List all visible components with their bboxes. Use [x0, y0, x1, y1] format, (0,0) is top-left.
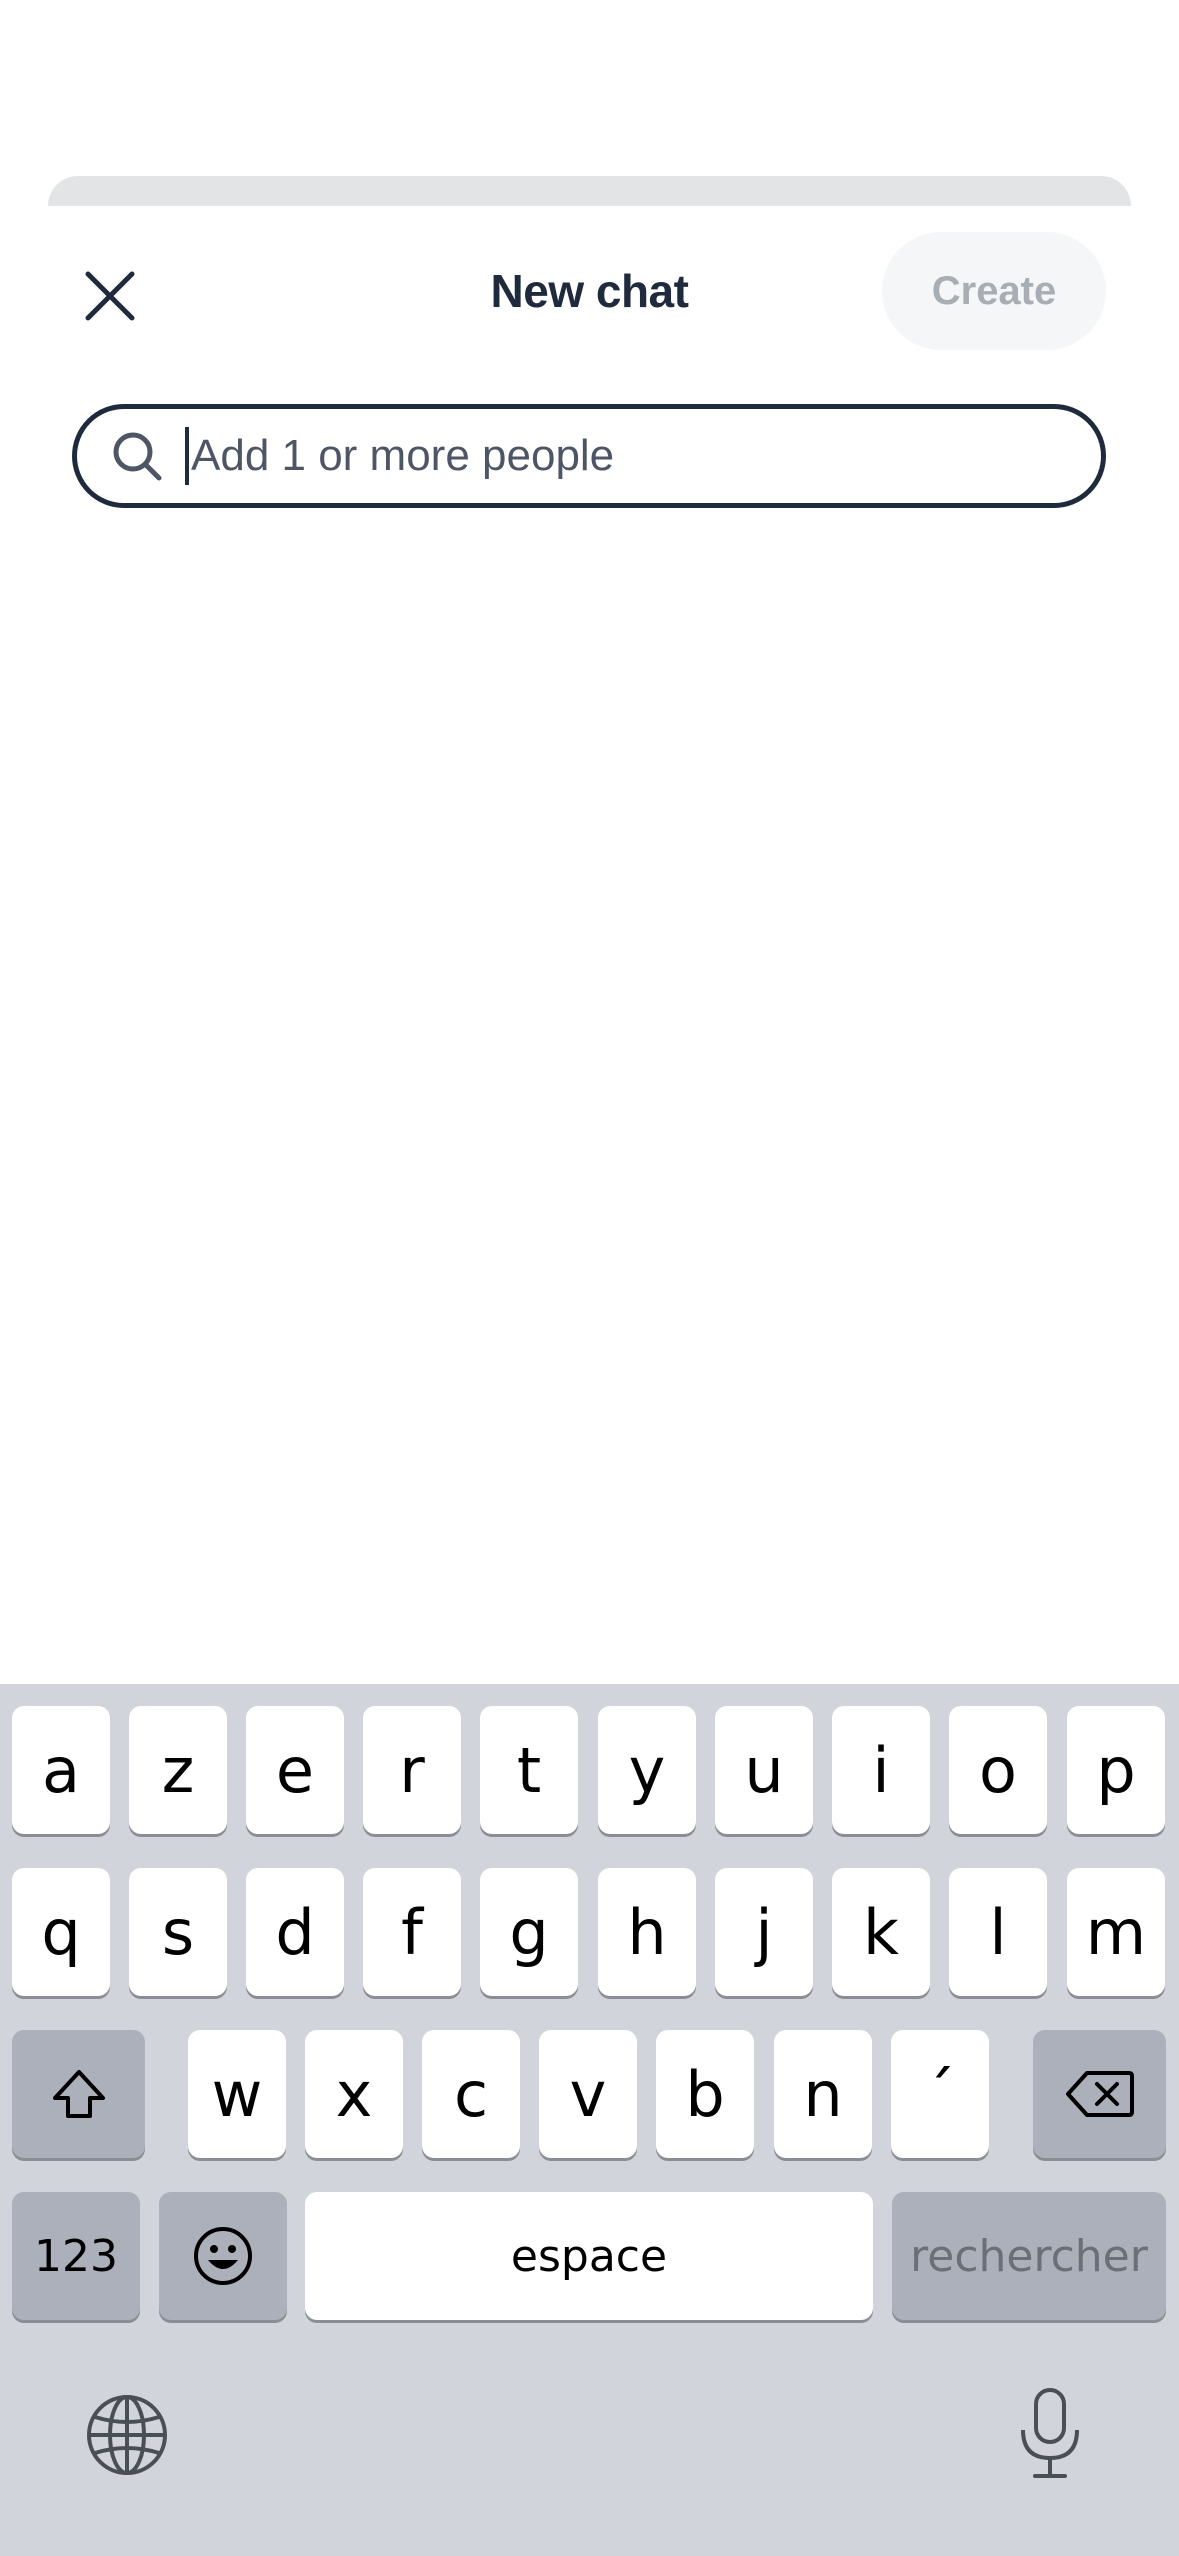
key-p[interactable]: p — [1067, 1706, 1165, 1834]
backspace-key[interactable] — [1033, 2030, 1166, 2158]
key-l[interactable]: l — [949, 1868, 1047, 1996]
key-d[interactable]: d — [246, 1868, 344, 1996]
emoji-icon — [194, 2227, 252, 2285]
key-acute-accent[interactable]: ´ — [891, 2030, 989, 2158]
emoji-key[interactable] — [159, 2192, 287, 2320]
search-field[interactable] — [72, 404, 1106, 508]
key-i[interactable]: i — [832, 1706, 930, 1834]
space-key[interactable]: espace — [305, 2192, 873, 2320]
key-g[interactable]: g — [480, 1868, 578, 1996]
sheet-header: New chat Create — [0, 206, 1179, 376]
shift-key[interactable] — [12, 2030, 145, 2158]
text-cursor — [185, 427, 189, 485]
key-z[interactable]: z — [129, 1706, 227, 1834]
key-b[interactable]: b — [656, 2030, 754, 2158]
shift-icon — [52, 2070, 105, 2118]
dictation-button[interactable] — [1008, 2384, 1092, 2484]
key-j[interactable]: j — [715, 1868, 813, 1996]
keyboard: a z e r t y u i o p q s d f g h j k l m … — [0, 1684, 1179, 2556]
search-icon — [107, 426, 167, 486]
key-c[interactable]: c — [422, 2030, 520, 2158]
key-o[interactable]: o — [949, 1706, 1047, 1834]
key-e[interactable]: e — [246, 1706, 344, 1834]
key-a[interactable]: a — [12, 1706, 110, 1834]
numbers-key[interactable]: 123 — [12, 2192, 140, 2320]
key-k[interactable]: k — [832, 1868, 930, 1996]
key-s[interactable]: s — [129, 1868, 227, 1996]
new-chat-sheet: New chat Create — [0, 206, 1179, 1686]
key-x[interactable]: x — [305, 2030, 403, 2158]
key-h[interactable]: h — [598, 1868, 696, 1996]
key-u[interactable]: u — [715, 1706, 813, 1834]
key-q[interactable]: q — [12, 1868, 110, 1996]
backspace-icon — [1065, 2071, 1134, 2117]
microphone-icon — [1021, 2388, 1079, 2478]
search-input[interactable] — [191, 431, 1101, 481]
key-r[interactable]: r — [363, 1706, 461, 1834]
key-m[interactable]: m — [1067, 1868, 1165, 1996]
key-y[interactable]: y — [598, 1706, 696, 1834]
globe-icon — [87, 2395, 167, 2475]
create-button[interactable]: Create — [882, 232, 1106, 350]
key-t[interactable]: t — [480, 1706, 578, 1834]
key-v[interactable]: v — [539, 2030, 637, 2158]
key-n[interactable]: n — [774, 2030, 872, 2158]
key-f[interactable]: f — [363, 1868, 461, 1996]
key-w[interactable]: w — [188, 2030, 286, 2158]
globe-button[interactable] — [82, 2390, 172, 2480]
search-key[interactable]: rechercher — [892, 2192, 1166, 2320]
